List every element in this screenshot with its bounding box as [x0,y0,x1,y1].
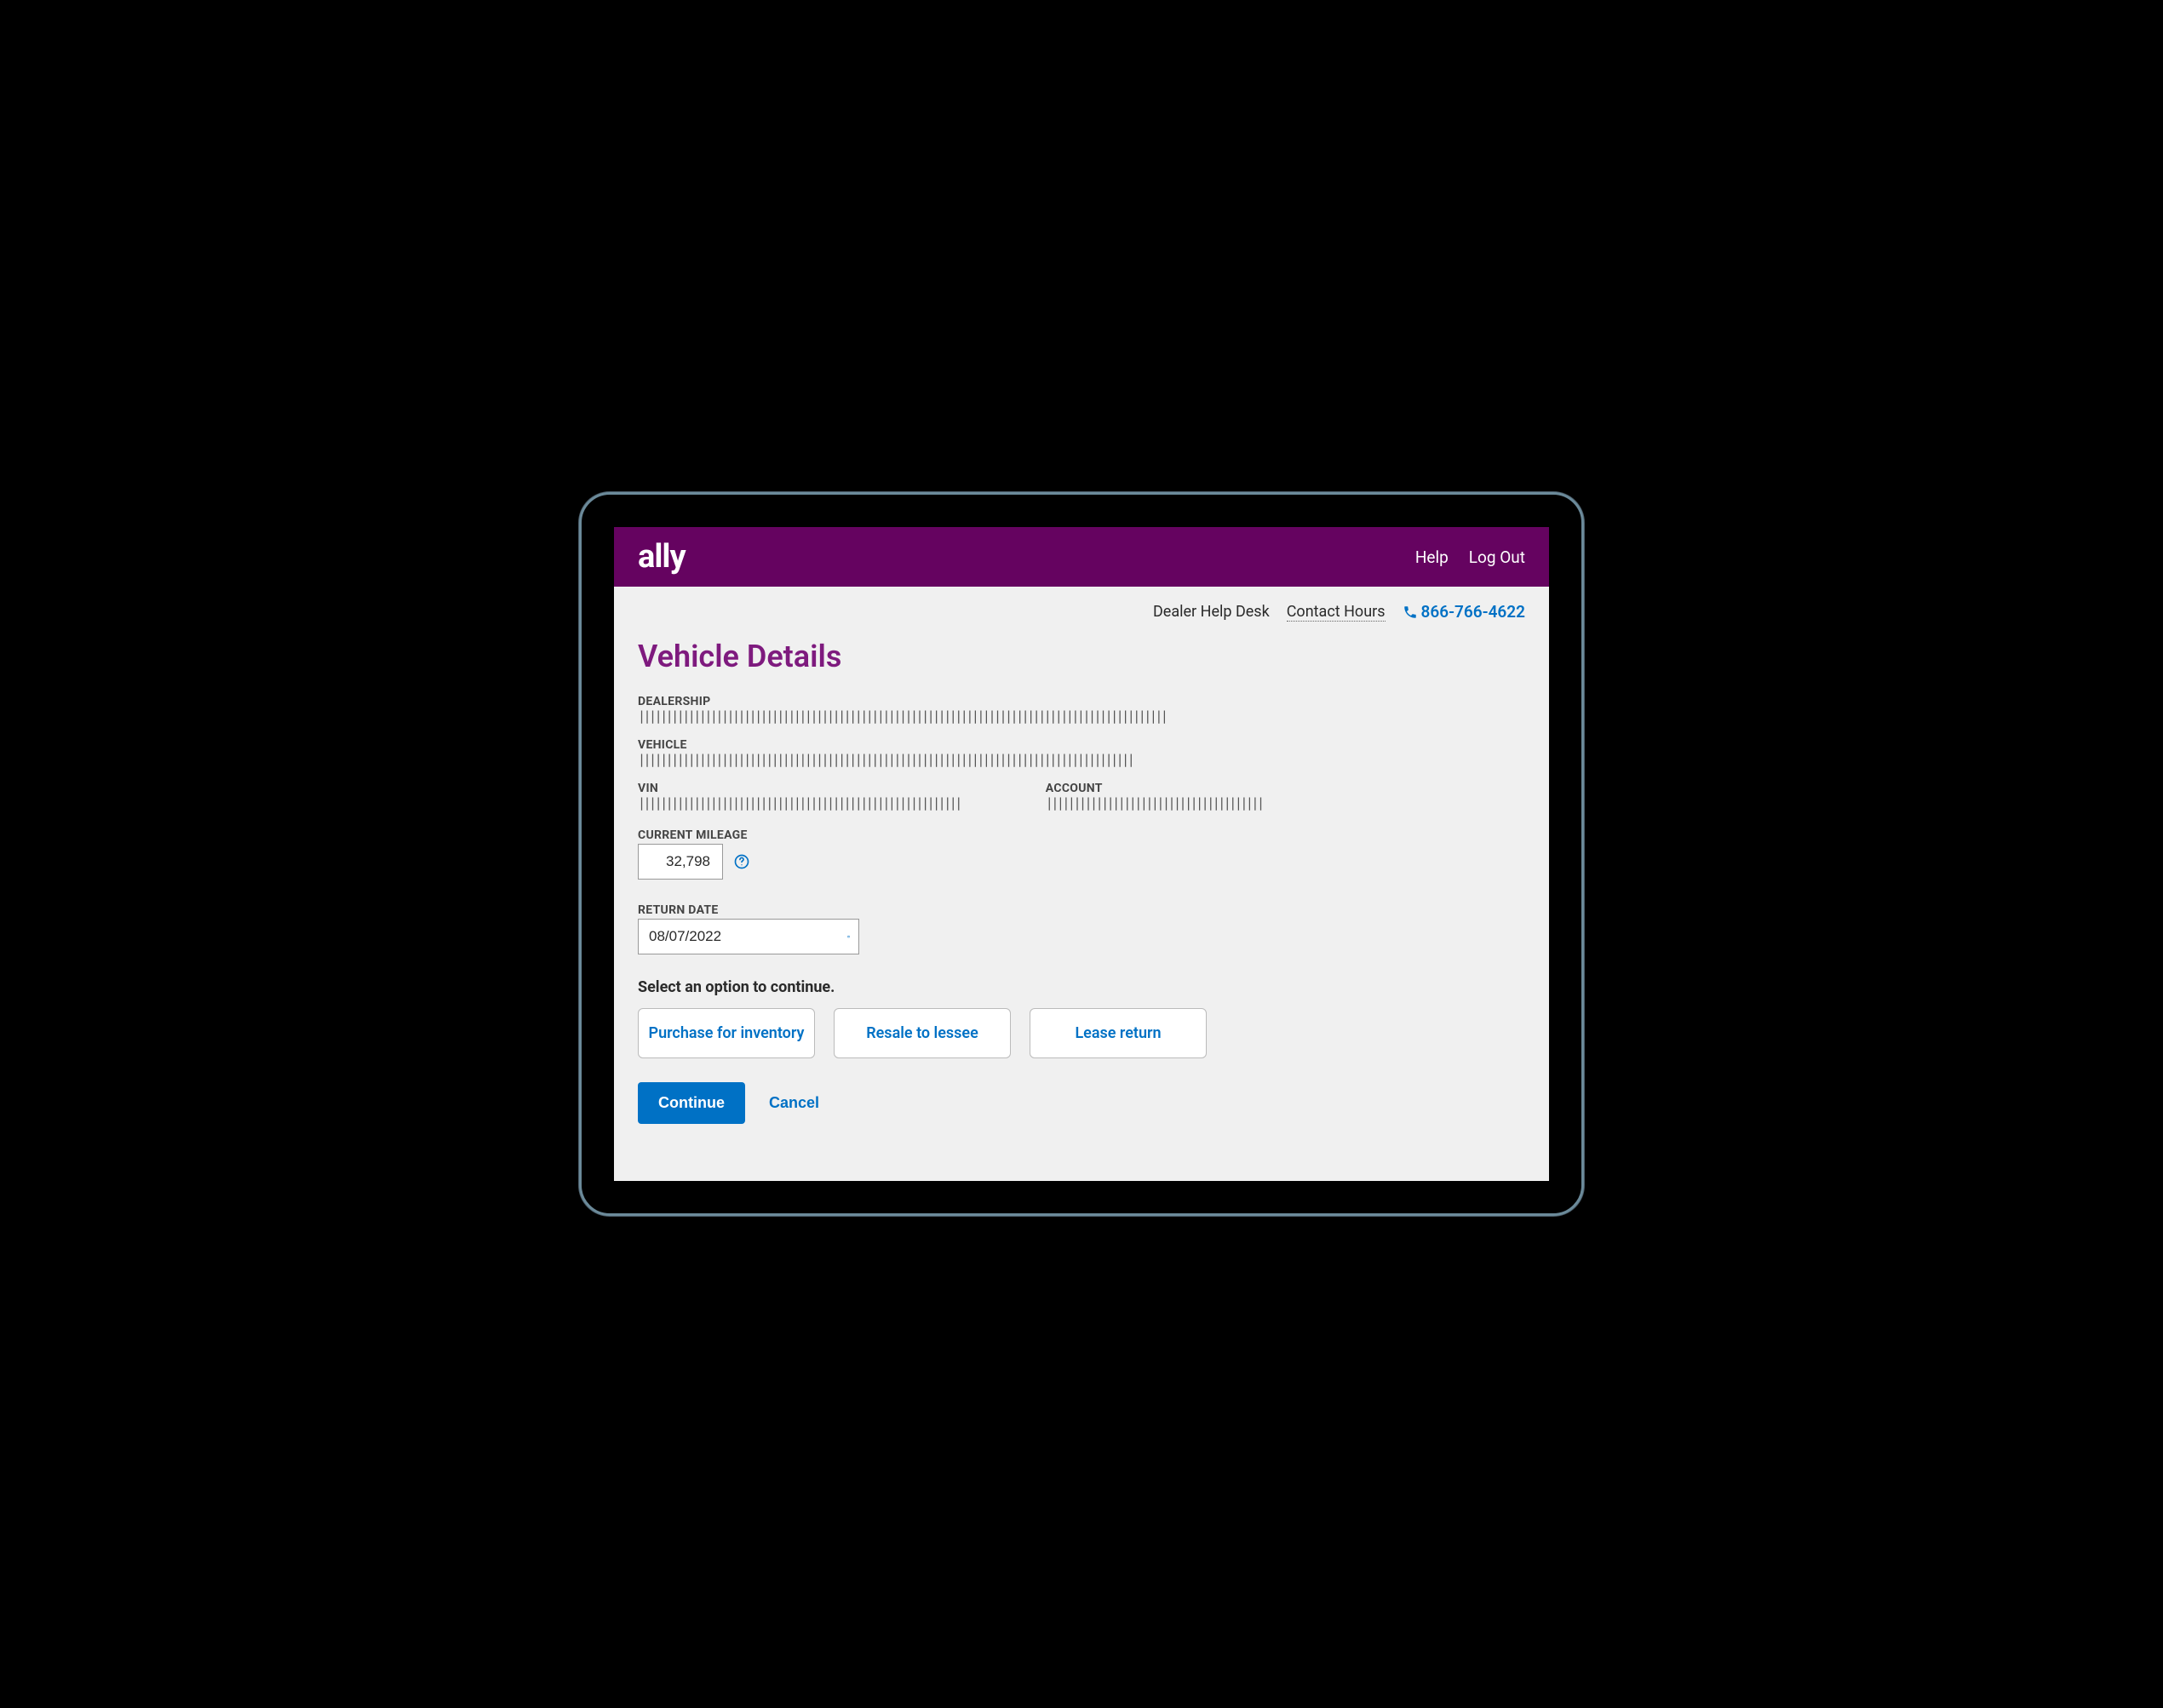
option-prompt: Select an option to continue. [638,978,1525,996]
ally-logo: ally [638,538,686,576]
vin-account-row: VIN ||||||||||||||||||||||||||||||||||||… [638,782,1525,810]
action-row: Continue Cancel [638,1082,1525,1124]
mileage-input[interactable] [638,844,723,880]
return-date-input[interactable] [639,920,847,954]
dealership-value: ||||||||||||||||||||||||||||||||||||||||… [638,710,1525,723]
vehicle-value: ||||||||||||||||||||||||||||||||||||||||… [638,754,1525,766]
continue-button[interactable]: Continue [638,1082,745,1124]
app-header: ally Help Log Out [614,527,1549,587]
dealership-label: DEALERSHIP [638,695,1525,708]
vin-label: VIN [638,782,961,795]
return-date-input-wrapper[interactable] [638,919,859,954]
phone-link[interactable]: 866-766-4622 [1403,602,1525,622]
phone-icon [1403,605,1418,620]
return-date-label: RETURN DATE [638,903,1525,917]
option-lease-return[interactable]: Lease return [1030,1008,1207,1058]
help-icon[interactable] [733,853,750,870]
vin-field: VIN ||||||||||||||||||||||||||||||||||||… [638,782,961,810]
dealership-field: DEALERSHIP |||||||||||||||||||||||||||||… [638,695,1525,723]
option-purchase-inventory[interactable]: Purchase for inventory [638,1008,815,1058]
dealer-help-desk-label: Dealer Help Desk [1153,603,1270,621]
logout-link[interactable]: Log Out [1469,547,1525,567]
page-content: Vehicle Details DEALERSHIP |||||||||||||… [614,622,1549,1181]
account-value: ||||||||||||||||||||||||||||||||||||||| [1046,797,1263,810]
vin-value: ||||||||||||||||||||||||||||||||||||||||… [638,797,961,810]
page-title: Vehicle Details [638,639,1525,674]
app-screen: ally Help Log Out Dealer Help Desk Conta… [614,527,1549,1181]
mileage-field: CURRENT MILEAGE [638,828,1525,880]
vehicle-field: VEHICLE ||||||||||||||||||||||||||||||||… [638,738,1525,766]
return-date-field: RETURN DATE [638,903,1525,954]
contact-hours-link[interactable]: Contact Hours [1287,603,1386,622]
mileage-input-row [638,844,1525,880]
option-row: Purchase for inventory Resale to lessee … [638,1008,1525,1058]
header-nav: Help Log Out [1415,547,1525,567]
tablet-device-frame: ally Help Log Out Dealer Help Desk Conta… [579,492,1584,1216]
account-label: ACCOUNT [1046,782,1263,795]
phone-number: 866-766-4622 [1421,602,1525,622]
subheader-bar: Dealer Help Desk Contact Hours 866-766-4… [614,587,1549,622]
calendar-icon[interactable] [847,926,850,947]
help-link[interactable]: Help [1415,547,1449,567]
option-resale-lessee[interactable]: Resale to lessee [834,1008,1011,1058]
account-field: ACCOUNT ||||||||||||||||||||||||||||||||… [1046,782,1263,810]
cancel-button[interactable]: Cancel [769,1094,819,1112]
mileage-label: CURRENT MILEAGE [638,828,1525,842]
vehicle-label: VEHICLE [638,738,1525,752]
